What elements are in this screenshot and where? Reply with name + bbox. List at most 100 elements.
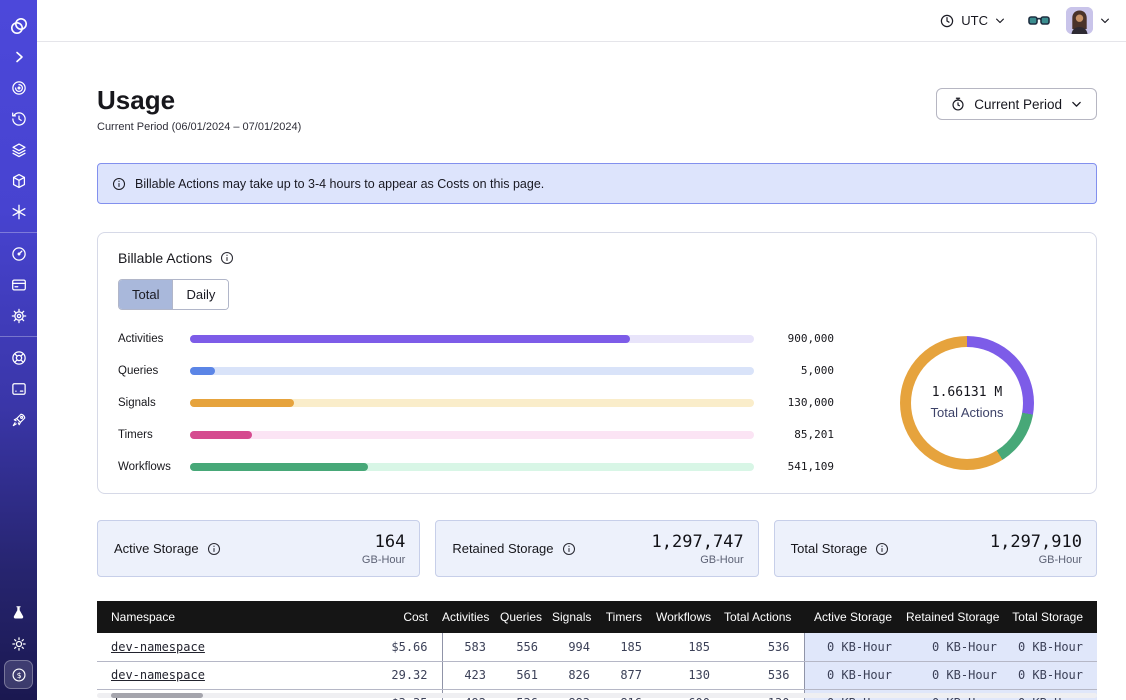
clock-icon bbox=[939, 13, 955, 29]
main-content: Usage Current Period (06/01/2024 – 07/01… bbox=[37, 42, 1126, 700]
bar-value: 541,109 bbox=[754, 460, 834, 473]
tab-total[interactable]: Total bbox=[119, 280, 173, 309]
deployments-button[interactable] bbox=[4, 135, 33, 164]
temporal-logo-button[interactable] bbox=[4, 11, 33, 40]
cell-namespace: dev-namespace bbox=[97, 633, 347, 661]
active-storage-card: Active Storage 164GB-Hour bbox=[97, 520, 420, 577]
cell-retained_storage: 0 KB-Hour bbox=[906, 661, 1011, 689]
period-selector-label: Current Period bbox=[974, 97, 1062, 112]
bar-fill bbox=[190, 399, 294, 407]
usage-billing-button[interactable]: $ bbox=[4, 660, 33, 689]
getting-started-button[interactable] bbox=[4, 405, 33, 434]
page-title: Usage bbox=[97, 86, 301, 114]
bar-track bbox=[190, 399, 754, 407]
cell-workflows: 185 bbox=[656, 633, 724, 661]
storage-value-unit: GB-Hour bbox=[990, 554, 1082, 566]
schedules-button[interactable] bbox=[4, 104, 33, 133]
billing-button[interactable] bbox=[4, 270, 33, 299]
settings-button[interactable] bbox=[4, 301, 33, 330]
usage-dollar-coin-icon: $ bbox=[10, 666, 28, 684]
storage-value-unit: GB-Hour bbox=[652, 554, 744, 566]
storage-label-text: Retained Storage bbox=[452, 541, 553, 556]
sidebar-divider bbox=[0, 232, 37, 233]
nexus-button[interactable] bbox=[4, 197, 33, 226]
total-actions-label: Total Actions bbox=[931, 405, 1004, 420]
info-icon bbox=[112, 177, 126, 191]
page-subtitle: Current Period (06/01/2024 – 07/01/2024) bbox=[97, 121, 301, 133]
horizontal-scrollbar-thumb[interactable] bbox=[111, 693, 203, 698]
chevron-down-icon bbox=[994, 15, 1006, 27]
storage-card-label: Total Storage bbox=[791, 541, 890, 556]
table-header-row: NamespaceCostActivitiesQueriesSignalsTim… bbox=[97, 601, 1097, 633]
cell-timers: 185 bbox=[604, 633, 656, 661]
storage-card-value: 1,297,910GB-Hour bbox=[990, 532, 1082, 566]
storage-card-value: 164GB-Hour bbox=[362, 532, 405, 566]
storage-card-value: 1,297,747 GB-Hour bbox=[652, 532, 744, 566]
bar-value: 5,000 bbox=[754, 364, 834, 377]
svg-text:$: $ bbox=[16, 669, 21, 679]
billable-actions-title-row: Billable Actions bbox=[118, 250, 1076, 266]
storage-value-number: 164 bbox=[362, 532, 405, 552]
usage-table-wrap: NamespaceCostActivitiesQueriesSignalsTim… bbox=[97, 601, 1097, 700]
support-button[interactable] bbox=[4, 343, 33, 372]
billable-chart-row: Activities900,000Queries5,000Signals130,… bbox=[118, 332, 1076, 473]
expand-sidebar-button[interactable] bbox=[4, 42, 33, 71]
batch-operations-button[interactable] bbox=[4, 166, 33, 195]
storage-cards-row: Active Storage164GB-HourRetained Storage… bbox=[97, 520, 1097, 577]
usage-gauge-button[interactable] bbox=[4, 239, 33, 268]
bar-label: Signals bbox=[118, 397, 190, 409]
bar-row-timers: Timers85,201 bbox=[118, 428, 834, 441]
timezone-selector-button[interactable]: UTC bbox=[933, 12, 1012, 30]
column-header-workflows: Workflows bbox=[656, 601, 724, 633]
bar-fill bbox=[190, 431, 252, 439]
bar-row-queries: Queries5,000 bbox=[118, 364, 834, 377]
billable-bars-chart: Activities900,000Queries5,000Signals130,… bbox=[118, 332, 858, 473]
total-actions-donut: 1.66131 M Total Actions bbox=[900, 336, 1034, 470]
info-icon[interactable] bbox=[875, 542, 889, 556]
bar-row-signals: Signals130,000 bbox=[118, 396, 834, 409]
donut-center: 1.66131 M Total Actions bbox=[900, 336, 1034, 470]
cell-total_storage: 0 KB-Hour bbox=[1011, 661, 1097, 689]
info-icon[interactable] bbox=[562, 542, 576, 556]
rocket-icon bbox=[10, 411, 28, 429]
storage-label-text: Total Storage bbox=[791, 541, 868, 556]
column-header-total_storage: Total Storage bbox=[1011, 601, 1097, 633]
bar-value: 85,201 bbox=[754, 428, 834, 441]
cell-signals: 994 bbox=[552, 633, 604, 661]
total-actions-value: 1.66131 M bbox=[932, 385, 1002, 400]
theme-toggle-button[interactable] bbox=[4, 629, 33, 658]
storage-value-number: 1,297,747 bbox=[652, 532, 744, 552]
layers-icon bbox=[10, 141, 28, 159]
glasses-button[interactable] bbox=[1028, 14, 1050, 28]
user-avatar bbox=[1066, 7, 1093, 34]
table-row: dev-namespace$5.665835569941851855360 KB… bbox=[97, 633, 1097, 661]
tab-daily[interactable]: Daily bbox=[173, 280, 228, 309]
sidebar-divider bbox=[0, 336, 37, 337]
storage-card-label: Active Storage bbox=[114, 541, 221, 556]
period-selector-button[interactable]: Current Period bbox=[936, 88, 1097, 120]
glasses-icon bbox=[1028, 14, 1050, 28]
total-actions-donut-wrap: 1.66131 M Total Actions bbox=[858, 336, 1076, 470]
console-button[interactable] bbox=[4, 374, 33, 403]
labs-button[interactable] bbox=[4, 598, 33, 627]
info-icon[interactable] bbox=[220, 251, 234, 265]
namespace-link[interactable]: dev-namespace bbox=[111, 640, 205, 654]
history-clock-icon bbox=[10, 110, 28, 128]
cell-retained_storage: 0 KB-Hour bbox=[906, 633, 1011, 661]
info-icon[interactable] bbox=[207, 542, 221, 556]
support-lifebuoy-icon bbox=[10, 349, 28, 367]
billable-actions-card: Billable Actions TotalDaily Activities90… bbox=[97, 232, 1097, 494]
horizontal-scrollbar-track[interactable] bbox=[97, 693, 1097, 698]
bar-track bbox=[190, 335, 754, 343]
namespace-link[interactable]: dev-namespace bbox=[111, 668, 205, 682]
storage-label-text: Active Storage bbox=[114, 541, 199, 556]
bar-value: 900,000 bbox=[754, 332, 834, 345]
labs-flask-icon bbox=[10, 604, 27, 621]
temporal-logo-icon bbox=[9, 16, 29, 36]
usage-gauge-icon bbox=[10, 245, 28, 263]
cell-total_actions: 536 bbox=[724, 661, 804, 689]
billing-card-icon bbox=[10, 276, 28, 294]
cube-icon bbox=[10, 172, 28, 190]
account-menu-button[interactable] bbox=[1066, 7, 1111, 34]
namespaces-button[interactable] bbox=[4, 73, 33, 102]
